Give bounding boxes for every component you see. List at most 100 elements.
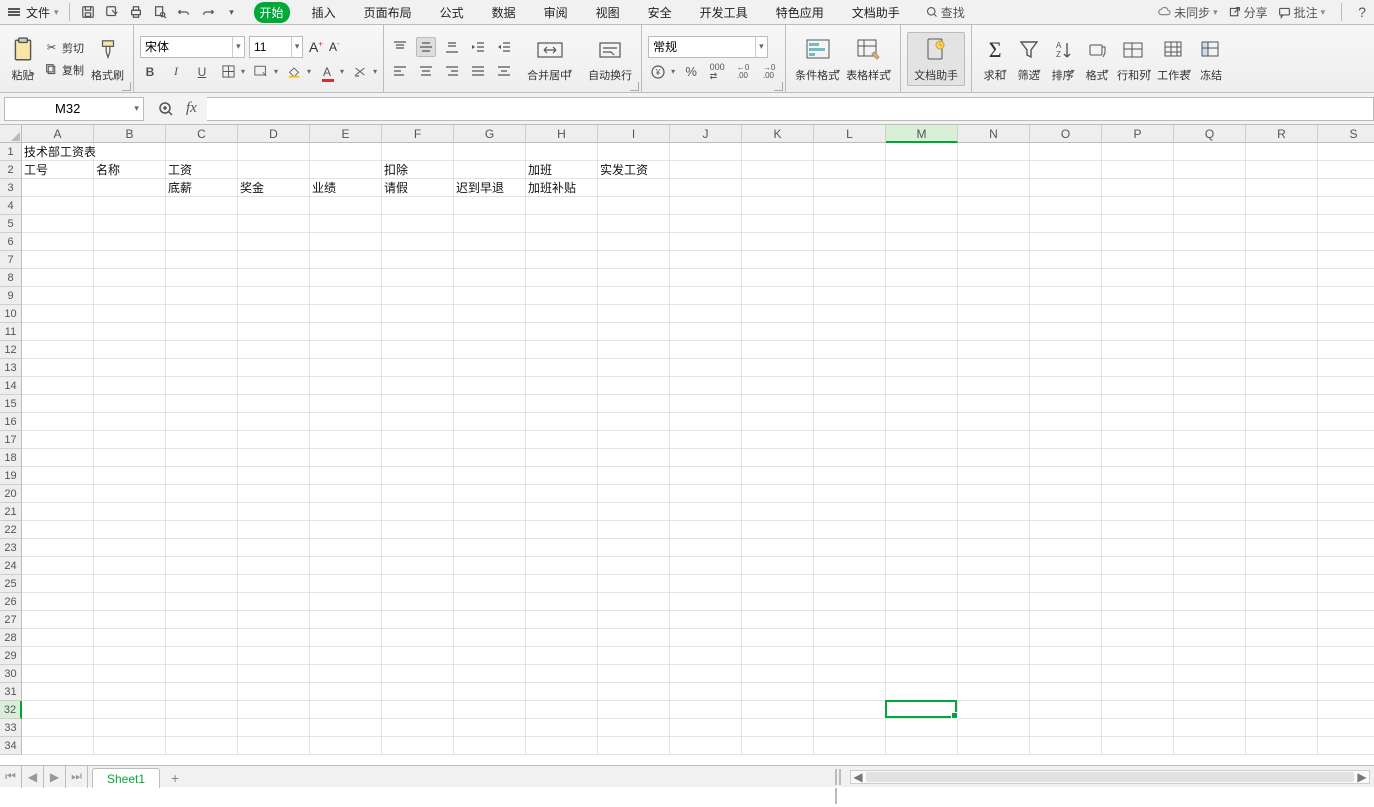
share-button[interactable]: 分享	[1228, 4, 1268, 21]
cell[interactable]	[814, 305, 886, 323]
cell[interactable]	[1174, 647, 1246, 665]
cell[interactable]	[454, 737, 526, 755]
cell[interactable]	[166, 503, 238, 521]
cell[interactable]	[742, 611, 814, 629]
cell[interactable]	[886, 215, 958, 233]
cell[interactable]	[94, 719, 166, 737]
cell[interactable]	[1174, 413, 1246, 431]
cell[interactable]	[886, 683, 958, 701]
cell[interactable]	[22, 179, 94, 197]
cell[interactable]	[238, 359, 310, 377]
cell[interactable]	[1174, 611, 1246, 629]
cell[interactable]	[94, 647, 166, 665]
cell[interactable]	[1102, 521, 1174, 539]
horizontal-scrollbar[interactable]: ◀ ▶	[850, 770, 1370, 784]
cell[interactable]	[1246, 233, 1318, 251]
cell[interactable]	[670, 377, 742, 395]
cell[interactable]	[670, 305, 742, 323]
cell[interactable]	[958, 161, 1030, 179]
cell[interactable]	[22, 665, 94, 683]
cell-style-button[interactable]	[251, 62, 271, 82]
cell[interactable]	[454, 161, 526, 179]
cell[interactable]	[1318, 521, 1374, 539]
cell[interactable]	[382, 269, 454, 287]
cell[interactable]	[1030, 521, 1102, 539]
cell[interactable]	[22, 233, 94, 251]
cell[interactable]	[1318, 413, 1374, 431]
cell[interactable]	[1318, 503, 1374, 521]
cell[interactable]	[1318, 539, 1374, 557]
cell[interactable]	[526, 629, 598, 647]
cell[interactable]	[238, 647, 310, 665]
cell[interactable]	[1030, 377, 1102, 395]
cell[interactable]	[742, 305, 814, 323]
cell[interactable]	[1174, 665, 1246, 683]
cell[interactable]	[526, 269, 598, 287]
cell[interactable]	[1318, 575, 1374, 593]
cell[interactable]	[598, 701, 670, 719]
cell[interactable]	[1030, 287, 1102, 305]
cell[interactable]	[526, 665, 598, 683]
scroll-left-button[interactable]: ◀	[851, 771, 865, 783]
cell[interactable]	[742, 665, 814, 683]
cell[interactable]	[1318, 557, 1374, 575]
save-as-icon[interactable]	[104, 4, 120, 20]
cell[interactable]	[166, 449, 238, 467]
row-header[interactable]: 25	[0, 575, 22, 593]
conditional-format-button[interactable]: 条件格式 ▾	[792, 35, 843, 83]
cell[interactable]	[958, 719, 1030, 737]
cell[interactable]	[958, 539, 1030, 557]
column-header[interactable]: F	[382, 125, 454, 143]
cell[interactable]	[598, 215, 670, 233]
cell[interactable]	[238, 143, 310, 161]
cell[interactable]	[670, 629, 742, 647]
cell[interactable]	[454, 305, 526, 323]
align-center-button[interactable]	[416, 61, 436, 81]
cell[interactable]	[1030, 251, 1102, 269]
shrink-font-button[interactable]: A-	[329, 39, 340, 54]
cell[interactable]	[526, 215, 598, 233]
copy-button[interactable]: 复制	[44, 61, 84, 79]
cell[interactable]	[526, 377, 598, 395]
cell[interactable]: 加班	[526, 161, 598, 179]
cell[interactable]	[94, 179, 166, 197]
cell[interactable]	[238, 233, 310, 251]
cell[interactable]: 名称	[94, 161, 166, 179]
cell[interactable]	[238, 629, 310, 647]
cell[interactable]	[238, 287, 310, 305]
cell[interactable]	[238, 539, 310, 557]
cell[interactable]	[22, 467, 94, 485]
cell[interactable]	[310, 251, 382, 269]
paste-button[interactable]: 粘贴 ▾	[6, 35, 40, 83]
cell[interactable]	[1246, 557, 1318, 575]
row-header[interactable]: 32	[0, 701, 22, 719]
cell[interactable]	[526, 485, 598, 503]
cell[interactable]	[598, 431, 670, 449]
last-sheet-button[interactable]: ⏭	[66, 766, 88, 788]
tab-scroll-split[interactable]	[834, 769, 844, 785]
row-header[interactable]: 16	[0, 413, 22, 431]
row-header[interactable]: 15	[0, 395, 22, 413]
sheet-tab[interactable]: Sheet1	[92, 768, 160, 788]
cell[interactable]	[526, 701, 598, 719]
cell[interactable]	[22, 251, 94, 269]
cell[interactable]	[814, 521, 886, 539]
cell[interactable]	[310, 161, 382, 179]
cell[interactable]	[742, 521, 814, 539]
percent-button[interactable]: %	[681, 62, 701, 82]
cell[interactable]	[1102, 665, 1174, 683]
cell[interactable]	[958, 449, 1030, 467]
cell[interactable]	[598, 269, 670, 287]
cell[interactable]	[598, 377, 670, 395]
cell[interactable]	[670, 431, 742, 449]
cell[interactable]	[238, 611, 310, 629]
cell[interactable]	[454, 485, 526, 503]
sync-status[interactable]: 未同步 ▾	[1157, 4, 1218, 21]
clear-format-button[interactable]	[350, 62, 370, 82]
cell[interactable]	[1102, 143, 1174, 161]
cell[interactable]	[526, 413, 598, 431]
cell[interactable]	[22, 215, 94, 233]
cell[interactable]	[166, 629, 238, 647]
cell[interactable]	[742, 323, 814, 341]
annotate-button[interactable]: 批注 ▾	[1278, 4, 1326, 21]
